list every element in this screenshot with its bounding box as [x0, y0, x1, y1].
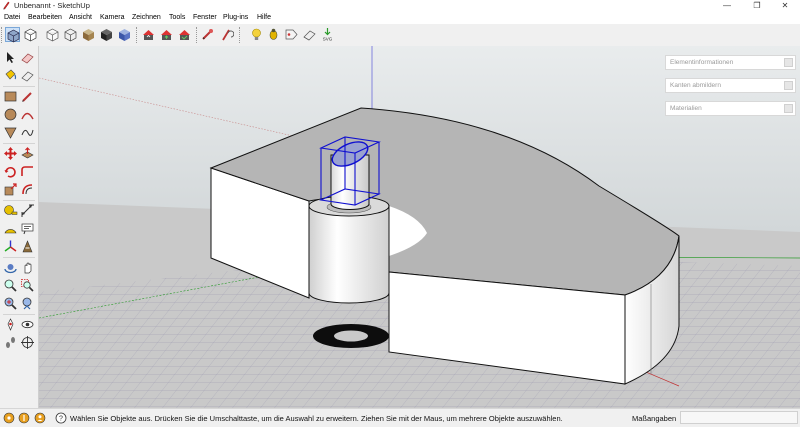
pan-icon[interactable] — [20, 260, 35, 275]
textured-cube-icon[interactable] — [81, 27, 96, 42]
minimize-button[interactable]: — — [712, 0, 742, 12]
text-icon[interactable] — [20, 221, 35, 236]
tray-materials-toggle[interactable] — [784, 104, 793, 113]
credits-icon[interactable] — [18, 412, 30, 424]
measurements-input[interactable] — [680, 411, 798, 424]
toolbar-grip[interactable] — [1, 27, 4, 43]
offset-icon[interactable] — [20, 182, 35, 197]
svg-export-label: SVG — [323, 37, 333, 42]
sketchup-logo-icon — [3, 1, 10, 10]
menu-plugins[interactable]: Plug-ins — [223, 14, 248, 21]
menu-bearbeiten[interactable]: Bearbeiten — [28, 14, 62, 21]
freehand-icon[interactable] — [20, 125, 35, 140]
title-bar: Unbenannt - SketchUp — ❐ ✕ — [0, 0, 800, 12]
eraser-icon[interactable] — [302, 27, 317, 42]
follow-me-icon[interactable] — [20, 164, 35, 179]
walk-icon[interactable] — [3, 335, 18, 350]
extension-warehouse-icon[interactable] — [200, 27, 215, 42]
move-icon[interactable] — [3, 146, 18, 161]
shaded-cube-icon[interactable] — [63, 27, 78, 42]
xray-cube-icon[interactable] — [117, 27, 132, 42]
previous-view-icon[interactable] — [20, 296, 35, 311]
look-around-icon[interactable] — [20, 317, 35, 332]
measurements-label: Maßangaben — [632, 414, 677, 423]
menu-ansicht[interactable]: Ansicht — [69, 14, 92, 21]
main-toolbar: SVG — [0, 24, 800, 47]
svg-text:?: ? — [59, 416, 63, 423]
tray-materials-label: Materialien — [670, 105, 702, 112]
tray-materials[interactable]: Materialien — [665, 101, 796, 116]
tray-soften-edges[interactable]: Kanten abmildern — [665, 78, 796, 93]
arc-icon[interactable] — [20, 107, 35, 122]
status-bar: ? Wählen Sie Objekte aus. Drücken Sie di… — [0, 408, 800, 427]
tray-entity-info-toggle[interactable] — [784, 58, 793, 67]
erase-icon[interactable] — [20, 68, 35, 83]
menu-kamera[interactable]: Kamera — [100, 14, 125, 21]
share-model-icon[interactable] — [159, 27, 174, 42]
tool-palette — [0, 46, 39, 408]
bulb-icon[interactable] — [249, 27, 264, 42]
help-icon[interactable]: ? — [55, 412, 67, 424]
layout-icon[interactable] — [219, 27, 234, 42]
toolbar-grip[interactable] — [239, 27, 242, 43]
iso-view-icon[interactable] — [5, 27, 20, 43]
tool-separator — [3, 314, 35, 315]
modeling-viewport[interactable]: Elementinformationen Kanten abmildern Ma… — [39, 46, 800, 408]
dimension-icon[interactable] — [20, 203, 35, 218]
push-pull-icon[interactable] — [20, 146, 35, 161]
zoom-window-icon[interactable] — [20, 278, 35, 293]
polygon-icon[interactable] — [3, 125, 18, 140]
menu-tools[interactable]: Tools — [169, 14, 185, 21]
user-account-icon[interactable] — [34, 412, 46, 424]
circle-icon[interactable] — [3, 107, 18, 122]
zoom-extents-icon[interactable] — [3, 296, 18, 311]
base-cylinder[interactable] — [308, 205, 390, 304]
menu-datei[interactable]: Datei — [4, 14, 20, 21]
scale-icon[interactable] — [3, 182, 18, 197]
svg-export-icon[interactable]: SVG — [320, 27, 335, 42]
close-button[interactable]: ✕ — [770, 0, 800, 12]
window-title: Unbenannt - SketchUp — [14, 1, 90, 10]
wireframe-cube-icon[interactable] — [23, 27, 38, 42]
hidden-line-cube-icon[interactable] — [45, 27, 60, 42]
tool-separator — [3, 200, 35, 201]
geo-location-icon[interactable] — [3, 412, 15, 424]
axes-icon[interactable] — [3, 239, 18, 254]
rotate-icon[interactable] — [3, 164, 18, 179]
tray-soften-edges-label: Kanten abmildern — [670, 82, 721, 89]
get-models-icon[interactable] — [177, 27, 192, 42]
menu-zeichnen[interactable]: Zeichnen — [132, 14, 161, 21]
orbit-icon[interactable] — [3, 260, 18, 275]
menu-fenster[interactable]: Fenster — [193, 14, 217, 21]
monochrome-cube-icon[interactable] — [99, 27, 114, 42]
tool-separator — [3, 257, 35, 258]
toolbar-grip[interactable] — [136, 27, 139, 43]
protractor-icon[interactable] — [3, 221, 18, 236]
tray-soften-edges-toggle[interactable] — [784, 81, 793, 90]
shadow-hole — [334, 330, 368, 342]
pencil-icon[interactable] — [20, 89, 35, 104]
restore-button[interactable]: ❐ — [742, 0, 772, 12]
zoom-icon[interactable] — [3, 278, 18, 293]
tool-separator — [3, 86, 35, 87]
tag-icon[interactable] — [284, 27, 299, 42]
tape-measure-icon[interactable] — [3, 203, 18, 218]
menu-bar: Datei Bearbeiten Ansicht Kamera Zeichnen… — [0, 12, 800, 24]
3d-text-icon[interactable] — [20, 239, 35, 254]
tray-entity-info[interactable]: Elementinformationen — [665, 55, 796, 70]
warehouse-icon[interactable] — [141, 27, 156, 42]
menu-hilfe[interactable]: Hilfe — [257, 14, 271, 21]
paint-bucket-icon[interactable] — [3, 68, 18, 83]
eraser-tool-icon[interactable] — [20, 50, 35, 65]
section-plane-icon[interactable] — [20, 335, 35, 350]
rectangle-icon[interactable] — [3, 89, 18, 104]
bug-icon[interactable] — [266, 27, 281, 42]
toolbar-grip[interactable] — [196, 27, 199, 43]
position-camera-icon[interactable] — [3, 317, 18, 332]
status-message: Wählen Sie Objekte aus. Drücken Sie die … — [70, 414, 563, 423]
tray-entity-info-label: Elementinformationen — [670, 59, 734, 66]
tool-separator — [3, 143, 35, 144]
select-arrow-icon[interactable] — [3, 50, 18, 65]
